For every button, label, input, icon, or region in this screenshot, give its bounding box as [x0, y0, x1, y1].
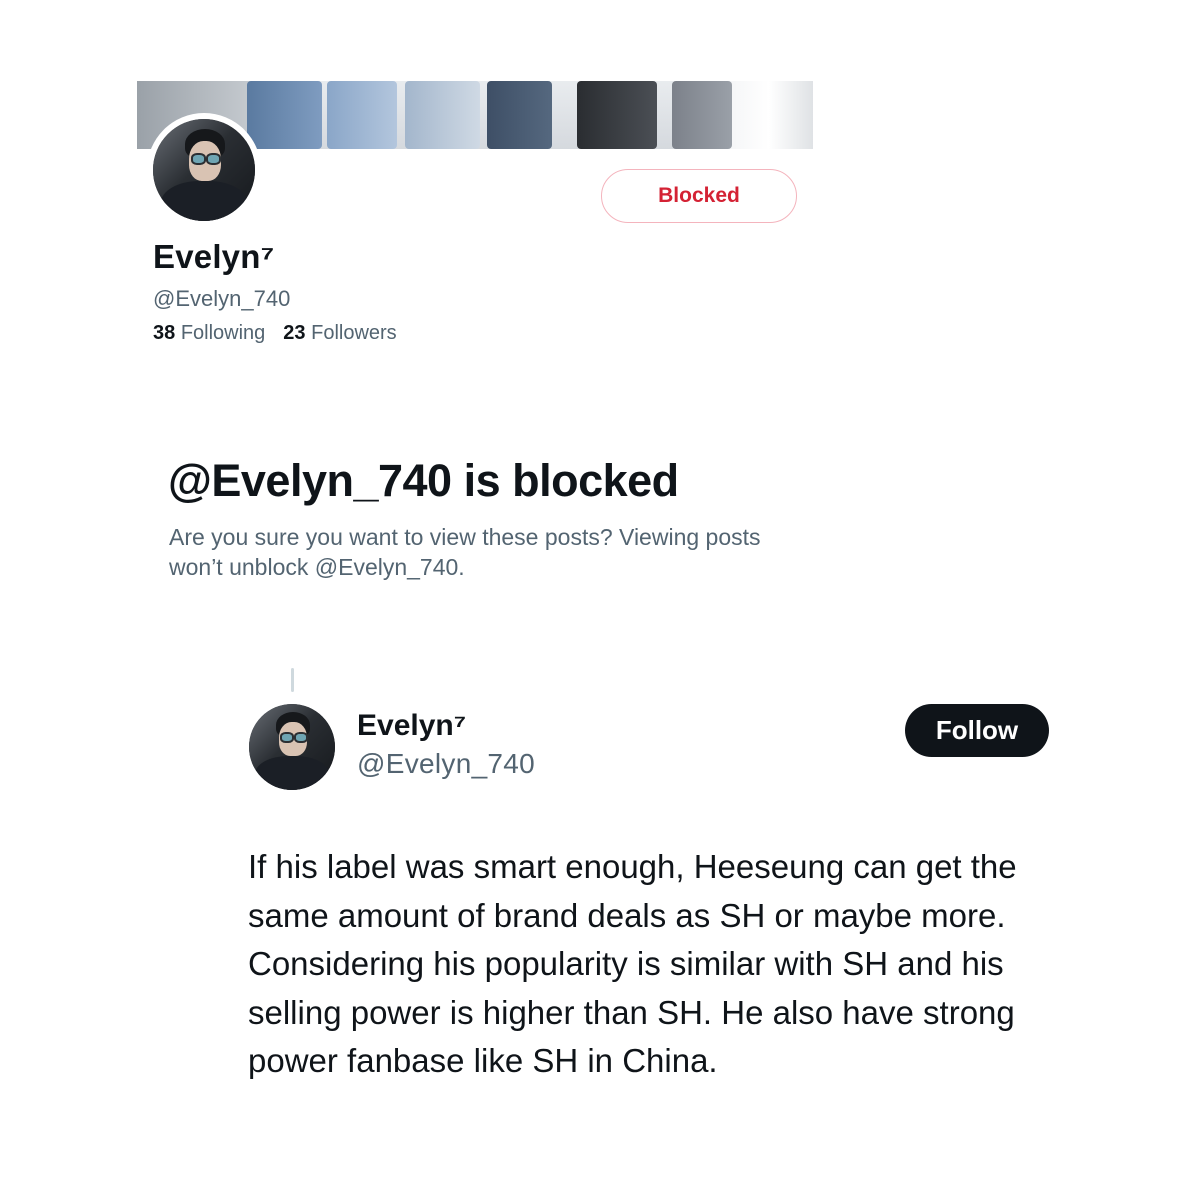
profile-avatar[interactable]: [147, 113, 261, 227]
followers-label: Followers: [311, 322, 397, 344]
tweet-text: If his label was smart enough, Heeseung …: [248, 848, 1017, 1079]
banner-figure: [247, 81, 322, 149]
thread-connector-line: [291, 668, 294, 692]
banner-figure: [405, 81, 480, 149]
tweet-author-handle[interactable]: @Evelyn_740: [357, 748, 535, 780]
banner-figure: [672, 81, 732, 149]
blocked-button[interactable]: Blocked: [601, 169, 797, 223]
following-label: Following: [180, 322, 266, 344]
follow-button[interactable]: Follow: [905, 704, 1049, 757]
avatar-photo: [153, 119, 255, 221]
profile-display-name: Evelyn⁷: [153, 238, 275, 275]
following-link[interactable]: 38 Following: [153, 322, 265, 345]
avatar-photo: [249, 704, 335, 790]
following-count: 38: [153, 322, 176, 344]
profile-stats: 38 Following 23 Followers: [153, 322, 397, 345]
banner-figure: [487, 81, 552, 149]
tweet-avatar[interactable]: [246, 701, 338, 793]
banner-figure: [327, 81, 397, 149]
profile-handle: @Evelyn_740: [153, 286, 291, 311]
followers-link[interactable]: 23 Followers: [283, 322, 396, 345]
tweet-author-name[interactable]: Evelyn⁷: [357, 709, 466, 743]
banner-figure: [577, 81, 657, 149]
followers-count: 23: [283, 322, 306, 344]
blocked-notice-title: @Evelyn_740 is blocked: [168, 455, 679, 506]
blocked-notice-text: Are you sure you want to view these post…: [169, 524, 761, 580]
